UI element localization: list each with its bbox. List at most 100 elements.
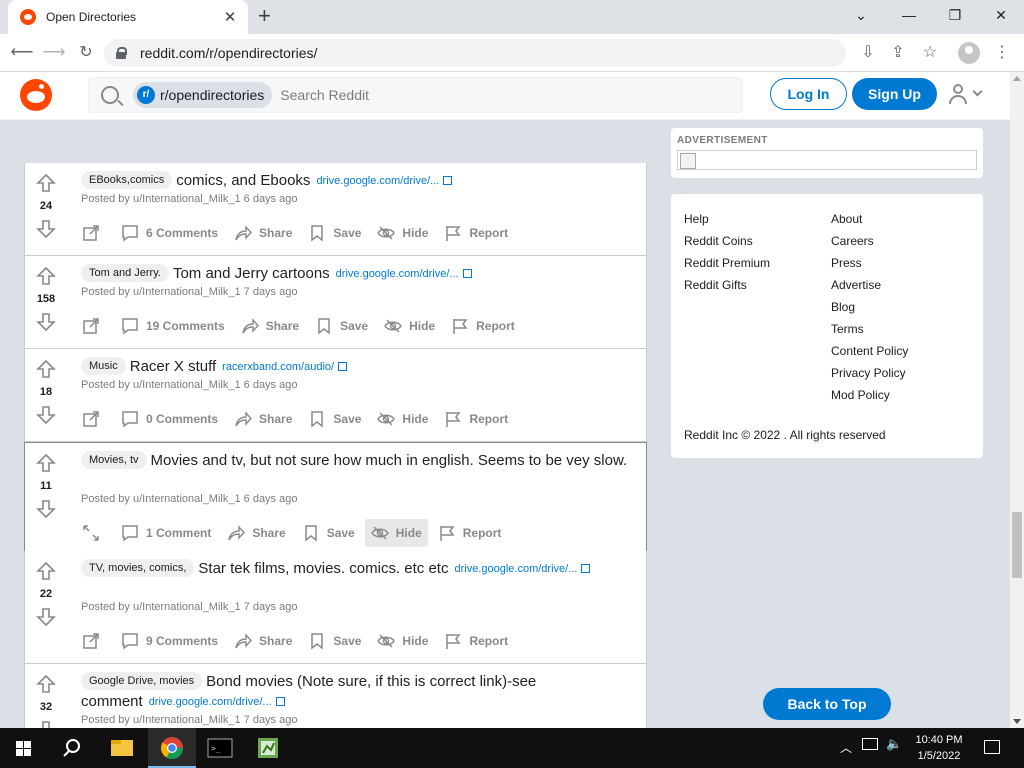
post-flair[interactable]: Music	[81, 357, 126, 375]
footer-link[interactable]: Reddit Coins	[684, 230, 770, 252]
address-bar[interactable]: reddit.com/r/opendirectories/	[104, 39, 846, 67]
scroll-thumb[interactable]	[1012, 512, 1022, 578]
chrome-taskbar-icon[interactable]	[148, 728, 196, 768]
post-domain-link[interactable]: drive.google.com/drive/...	[149, 696, 272, 708]
external-link-icon[interactable]	[275, 697, 285, 706]
tab-search-chevron-icon[interactable]: ⌄	[838, 0, 884, 30]
share-button[interactable]: Share	[228, 219, 298, 247]
upvote-arrow-icon[interactable]	[36, 173, 56, 193]
save-button[interactable]: Save	[302, 405, 367, 433]
user-menu-dropdown[interactable]	[948, 84, 990, 108]
hide-button[interactable]: Hide	[378, 312, 441, 340]
open-external-icon[interactable]	[81, 631, 101, 651]
profile-avatar-icon[interactable]	[958, 42, 980, 64]
tray-expand-chevron-icon[interactable]: ︿	[840, 739, 852, 756]
post-flair[interactable]: Tom and Jerry.	[81, 264, 169, 282]
downvote-arrow-icon[interactable]	[36, 312, 56, 332]
external-link-icon[interactable]	[443, 176, 453, 185]
volume-muted-icon[interactable]: 🔈	[886, 736, 902, 752]
post-title[interactable]: Movies and tv, but not sure how much in …	[151, 452, 628, 469]
post-title[interactable]: comics, and Ebooks	[176, 172, 310, 189]
signup-button[interactable]: Sign Up	[852, 78, 937, 110]
comments-button[interactable]: 19 Comments	[115, 312, 231, 340]
subreddit-chip[interactable]: r/ r/opendirectories	[133, 82, 273, 108]
footer-link[interactable]: Mod Policy	[831, 384, 908, 406]
post-domain-link[interactable]: drive.google.com/drive/...	[336, 268, 459, 280]
downvote-arrow-icon[interactable]	[36, 607, 56, 627]
new-tab-button[interactable]: +	[258, 4, 271, 28]
post-flair[interactable]: TV, movies, comics,	[81, 559, 195, 577]
bookmark-star-icon[interactable]: ☆	[918, 41, 942, 65]
share-page-icon[interactable]: ⇪	[886, 41, 910, 65]
page-scrollbar[interactable]	[1010, 72, 1024, 728]
save-button[interactable]: Save	[302, 219, 367, 247]
downvote-arrow-icon[interactable]	[36, 405, 56, 425]
post-domain-link[interactable]: drive.google.com/drive/...	[316, 175, 439, 187]
post-title[interactable]: Star tek films, movies. comics. etc etc	[198, 560, 448, 577]
footer-link[interactable]: Advertise	[831, 274, 908, 296]
external-link-icon[interactable]	[462, 269, 472, 278]
post-domain-link[interactable]: racerxband.com/audio/	[222, 361, 334, 373]
footer-link[interactable]: About	[831, 208, 908, 230]
terminal-icon[interactable]: >_	[196, 728, 244, 768]
back-to-top-button[interactable]: Back to Top	[763, 688, 891, 720]
tab-close-icon[interactable]: ✕	[222, 8, 238, 26]
footer-link[interactable]: Content Policy	[831, 340, 908, 362]
post-card[interactable]: 22 TV, movies, comics, Star tek films, mov…	[24, 551, 647, 664]
taskbar-search-icon[interactable]	[48, 728, 96, 768]
scroll-up-arrow-icon[interactable]	[1013, 76, 1021, 81]
open-external-icon[interactable]	[81, 223, 101, 243]
post-flair[interactable]: Movies, tv	[81, 451, 147, 469]
post-card[interactable]: 158 Tom and Jerry. Tom and Jerry cartoons d…	[24, 256, 647, 349]
footer-link[interactable]: Reddit Gifts	[684, 274, 770, 296]
upvote-arrow-icon[interactable]	[36, 561, 56, 581]
report-button[interactable]: Report	[432, 519, 508, 547]
open-external-icon[interactable]	[81, 316, 101, 336]
back-arrow-icon[interactable]: ⟵	[10, 41, 34, 65]
forward-arrow-icon[interactable]: ⟶	[42, 41, 66, 65]
share-button[interactable]: Share	[221, 519, 291, 547]
comments-button[interactable]: 9 Comments	[115, 627, 224, 655]
post-title[interactable]: Tom and Jerry cartoons	[173, 265, 330, 282]
footer-link[interactable]: Reddit Premium	[684, 252, 770, 274]
share-button[interactable]: Share	[235, 312, 305, 340]
upvote-arrow-icon[interactable]	[36, 359, 56, 379]
upvote-arrow-icon[interactable]	[36, 674, 56, 694]
hide-button[interactable]: Hide	[371, 627, 434, 655]
footer-link[interactable]: Privacy Policy	[831, 362, 908, 384]
taskbar-clock[interactable]: 10:40 PM 1/5/2022	[904, 732, 974, 764]
footer-link[interactable]: Press	[831, 252, 908, 274]
hide-button[interactable]: Hide	[371, 405, 434, 433]
spreadsheet-app-icon[interactable]	[244, 728, 292, 768]
report-button[interactable]: Report	[438, 219, 514, 247]
post-flair[interactable]: EBooks,comics	[81, 171, 173, 189]
external-link-icon[interactable]	[581, 564, 591, 573]
save-button[interactable]: Save	[296, 519, 361, 547]
post-card[interactable]: 18 Music Racer X stuff racerxband.com/audio…	[24, 349, 647, 442]
comments-button[interactable]: 6 Comments	[115, 219, 224, 247]
expand-icon[interactable]	[81, 523, 101, 543]
report-button[interactable]: Report	[438, 627, 514, 655]
downvote-arrow-icon[interactable]	[36, 499, 56, 519]
login-button[interactable]: Log In	[770, 78, 847, 110]
post-card[interactable]: 32 Google Drive, movies Bond movies (Note …	[24, 664, 647, 728]
browser-menu-icon[interactable]: ⋮	[990, 41, 1014, 65]
footer-link[interactable]: Careers	[831, 230, 908, 252]
upvote-arrow-icon[interactable]	[36, 266, 56, 286]
browser-tab[interactable]: Open Directories ✕	[8, 0, 248, 34]
footer-link[interactable]: Help	[684, 208, 770, 230]
save-button[interactable]: Save	[302, 627, 367, 655]
reddit-logo-icon[interactable]	[20, 79, 52, 111]
post-card[interactable]: 24 EBooks,comics comics, and Ebooks drive.g…	[24, 163, 647, 256]
search-input[interactable]: r/ r/opendirectories Search Reddit	[88, 77, 743, 113]
share-button[interactable]: Share	[228, 405, 298, 433]
post-title[interactable]: Racer X stuff	[130, 358, 216, 375]
post-flair[interactable]: Google Drive, movies	[81, 672, 203, 690]
comments-button[interactable]: 0 Comments	[115, 405, 224, 433]
windows-start-icon[interactable]	[0, 728, 48, 768]
external-link-icon[interactable]	[338, 362, 348, 371]
share-button[interactable]: Share	[228, 627, 298, 655]
minimize-button[interactable]: —	[886, 0, 932, 30]
hide-button[interactable]: Hide	[364, 519, 428, 547]
scroll-down-arrow-icon[interactable]	[1013, 719, 1021, 724]
